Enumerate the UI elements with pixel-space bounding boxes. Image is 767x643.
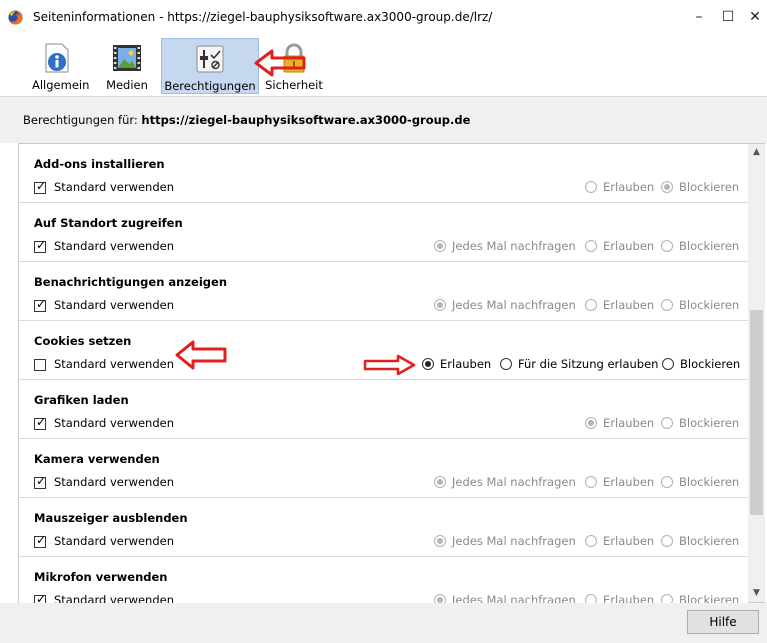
radio-allow[interactable]: Erlauben	[585, 416, 654, 430]
tab-allgemein[interactable]: Allgemein	[32, 38, 90, 94]
radio-label: Erlauben	[603, 298, 655, 312]
permission-microphone: Mikrofon verwenden ✓ Standard verwenden …	[19, 557, 749, 604]
radio-label: Erlauben	[603, 475, 655, 489]
permission-location: Auf Standort zugreifen ✓ Standard verwen…	[19, 203, 749, 262]
radio-block[interactable]: Blockieren	[661, 475, 739, 489]
use-default-checkbox[interactable]: ✓	[34, 179, 46, 194]
use-default-label: Standard verwenden	[54, 534, 175, 548]
maximize-button[interactable]: ☐	[713, 6, 743, 28]
permissions-list[interactable]: Add-ons installieren ✓ Standard verwende…	[18, 143, 749, 605]
radio-allow[interactable]: Erlauben	[585, 239, 654, 253]
permission-notifications: Benachrichtigungen anzeigen ✓ Standard v…	[19, 262, 749, 321]
radio-label: Für die Sitzung erlauben	[518, 357, 659, 371]
annotation-arrow-icon	[175, 340, 227, 370]
use-default-label: Standard verwenden	[54, 239, 175, 253]
radio-label: Blockieren	[680, 357, 741, 371]
radio-label: Erlauben	[603, 534, 655, 548]
radio-block[interactable]: Blockieren	[661, 534, 739, 548]
radio-block[interactable]: Blockieren	[661, 298, 739, 312]
vertical-scrollbar[interactable]: ▲ ▼	[748, 143, 765, 603]
radio-allow[interactable]: Erlauben	[585, 180, 654, 194]
permissions-header: Berechtigungen für: https://ziegel-bauph…	[0, 97, 767, 143]
media-icon	[113, 45, 141, 71]
radio-label: Jedes Mal nachfragen	[452, 239, 576, 253]
section-title: Grafiken laden	[34, 393, 129, 407]
window-title: Seiteninformationen - https://ziegel-bau…	[33, 10, 493, 24]
section-title: Auf Standort zugreifen	[34, 216, 183, 230]
use-default-label: Standard verwenden	[54, 357, 175, 371]
permission-images: Grafiken laden ✓ Standard verwenden Erla…	[19, 380, 749, 439]
tab-toolbar: Allgemein Medien Berechtigungen Sicherhe…	[0, 34, 767, 96]
title-bar: Seiteninformationen - https://ziegel-bau…	[0, 0, 767, 34]
use-default-label: Standard verwenden	[54, 180, 175, 194]
radio-allow[interactable]: Erlauben	[585, 298, 654, 312]
scrollbar-thumb[interactable]	[750, 310, 763, 515]
radio-label: Erlauben	[603, 180, 655, 194]
permissions-icon	[196, 45, 224, 73]
radio-label: Erlauben	[603, 239, 655, 253]
permissions-for-label: Berechtigungen für:	[23, 113, 138, 127]
use-default-checkbox[interactable]: ✓	[34, 533, 46, 548]
scroll-down-icon[interactable]: ▼	[748, 585, 765, 602]
radio-block[interactable]: Blockieren	[661, 180, 739, 194]
tab-medien[interactable]: Medien	[101, 38, 153, 94]
section-title: Kamera verwenden	[34, 452, 160, 466]
radio-ask[interactable]: Jedes Mal nachfragen	[434, 239, 576, 253]
info-icon	[45, 43, 69, 73]
radio-allow[interactable]: Erlauben	[585, 475, 654, 489]
minimize-button[interactable]: –	[684, 6, 714, 28]
permission-addons: Add-ons installieren ✓ Standard verwende…	[19, 144, 749, 203]
section-title: Cookies setzen	[34, 334, 132, 348]
permissions-for-line: Berechtigungen für: https://ziegel-bauph…	[23, 113, 470, 127]
radio-block[interactable]: Blockieren	[661, 239, 739, 253]
radio-label: Jedes Mal nachfragen	[452, 534, 576, 548]
firefox-icon	[8, 10, 23, 25]
radio-label: Jedes Mal nachfragen	[452, 475, 576, 489]
use-default-label: Standard verwenden	[54, 416, 175, 430]
radio-block[interactable]: Blockieren	[662, 357, 740, 371]
radio-allow[interactable]: Erlauben	[585, 534, 654, 548]
radio-label: Blockieren	[679, 416, 740, 430]
tab-berechtigungen[interactable]: Berechtigungen	[161, 38, 259, 94]
tab-label: Allgemein	[32, 78, 90, 92]
use-default-checkbox[interactable]: ✓	[34, 297, 46, 312]
radio-session-allow[interactable]: Für die Sitzung erlauben	[500, 357, 658, 371]
permission-pointer-lock: Mauszeiger ausblenden ✓ Standard verwend…	[19, 498, 749, 557]
annotation-arrow-icon	[363, 354, 416, 376]
use-default-checkbox[interactable]: ✓	[34, 474, 46, 489]
tab-label: Sicherheit	[265, 78, 323, 92]
use-default-checkbox[interactable]: ✓	[34, 238, 46, 253]
permission-cookies: Cookies setzen Standard verwenden Erlaub…	[19, 321, 749, 380]
radio-label: Blockieren	[679, 534, 740, 548]
radio-label: Erlauben	[603, 416, 655, 430]
radio-ask[interactable]: Jedes Mal nachfragen	[434, 475, 576, 489]
radio-label: Blockieren	[679, 298, 740, 312]
annotation-arrow-icon	[254, 49, 306, 77]
radio-block[interactable]: Blockieren	[661, 416, 739, 430]
radio-label: Blockieren	[679, 180, 740, 194]
dialog-footer: Hilfe	[0, 603, 767, 643]
help-button[interactable]: Hilfe	[687, 610, 759, 634]
radio-label: Blockieren	[679, 239, 740, 253]
permissions-host: https://ziegel-bauphysiksoftware.ax3000-…	[141, 113, 471, 127]
use-default-checkbox[interactable]	[34, 359, 46, 371]
close-button[interactable]: ✕	[740, 6, 767, 28]
tab-label: Berechtigungen	[164, 79, 256, 93]
use-default-label: Standard verwenden	[54, 475, 175, 489]
radio-label: Erlauben	[440, 357, 492, 371]
section-title: Add-ons installieren	[34, 157, 165, 171]
scroll-up-icon[interactable]: ▲	[748, 144, 765, 161]
section-title: Mikrofon verwenden	[34, 570, 168, 584]
radio-ask[interactable]: Jedes Mal nachfragen	[434, 534, 576, 548]
radio-label: Jedes Mal nachfragen	[452, 298, 576, 312]
section-title: Mauszeiger ausblenden	[34, 511, 188, 525]
permission-camera: Kamera verwenden ✓ Standard verwenden Je…	[19, 439, 749, 498]
tab-label: Medien	[106, 78, 148, 92]
radio-label: Blockieren	[679, 475, 740, 489]
radio-allow[interactable]: Erlauben	[422, 357, 491, 371]
use-default-label: Standard verwenden	[54, 298, 175, 312]
use-default-checkbox[interactable]: ✓	[34, 415, 46, 430]
radio-ask[interactable]: Jedes Mal nachfragen	[434, 298, 576, 312]
section-title: Benachrichtigungen anzeigen	[34, 275, 228, 289]
